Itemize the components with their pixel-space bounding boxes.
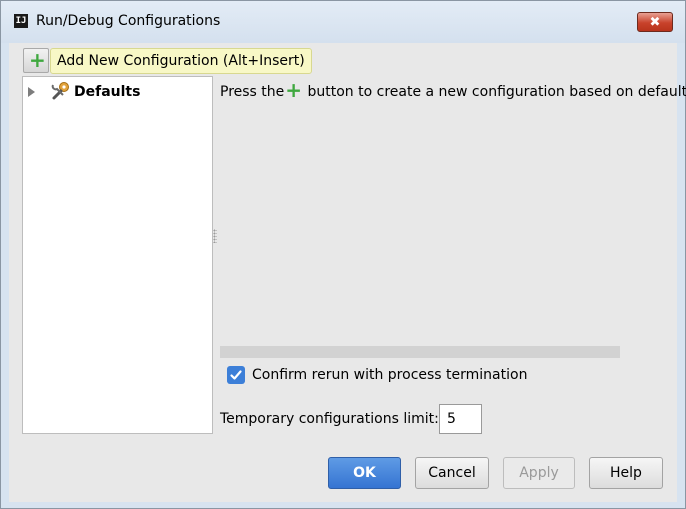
checkmark-icon: [230, 370, 242, 380]
hint-text-end: button to create a new configuration bas…: [303, 84, 686, 100]
close-button[interactable]: ✖: [637, 12, 673, 32]
ok-button[interactable]: OK: [328, 457, 401, 489]
expand-arrow-icon[interactable]: [28, 87, 35, 97]
empty-state-hint: Press the+ button to create a new config…: [220, 79, 686, 100]
apply-button[interactable]: Apply: [503, 457, 575, 489]
help-button[interactable]: Help: [589, 457, 663, 489]
dialog-content: + Add New Configuration (Alt+Insert) Def…: [9, 43, 686, 502]
wrench-gear-icon: [51, 81, 71, 105]
splitter-handle[interactable]: [213, 229, 217, 243]
plus-icon: +: [29, 48, 46, 72]
confirm-rerun-checkbox[interactable]: [227, 366, 245, 384]
plus-icon: +: [285, 78, 303, 102]
add-configuration-button[interactable]: +: [23, 48, 49, 73]
confirm-rerun-label[interactable]: Confirm rerun with process termination: [252, 367, 527, 383]
temp-limit-label: Temporary configurations limit:: [220, 411, 439, 427]
hint-text-start: Press the: [220, 84, 285, 100]
run-debug-dialog: IJ Run/Debug Configurations ✖ + Add New …: [0, 0, 686, 509]
title-bar[interactable]: IJ Run/Debug Configurations ✖: [1, 1, 685, 43]
cancel-button[interactable]: Cancel: [415, 457, 489, 489]
intellij-icon: IJ: [14, 14, 28, 28]
temp-limit-input[interactable]: 5: [439, 404, 482, 434]
horizontal-scrollbar[interactable]: [220, 346, 620, 358]
tree-item-defaults[interactable]: Defaults: [23, 81, 212, 103]
dialog-title: Run/Debug Configurations: [36, 13, 221, 29]
configurations-tree[interactable]: Defaults: [22, 76, 213, 434]
tree-item-label: Defaults: [74, 84, 141, 100]
add-configuration-tooltip: Add New Configuration (Alt+Insert): [50, 48, 312, 74]
